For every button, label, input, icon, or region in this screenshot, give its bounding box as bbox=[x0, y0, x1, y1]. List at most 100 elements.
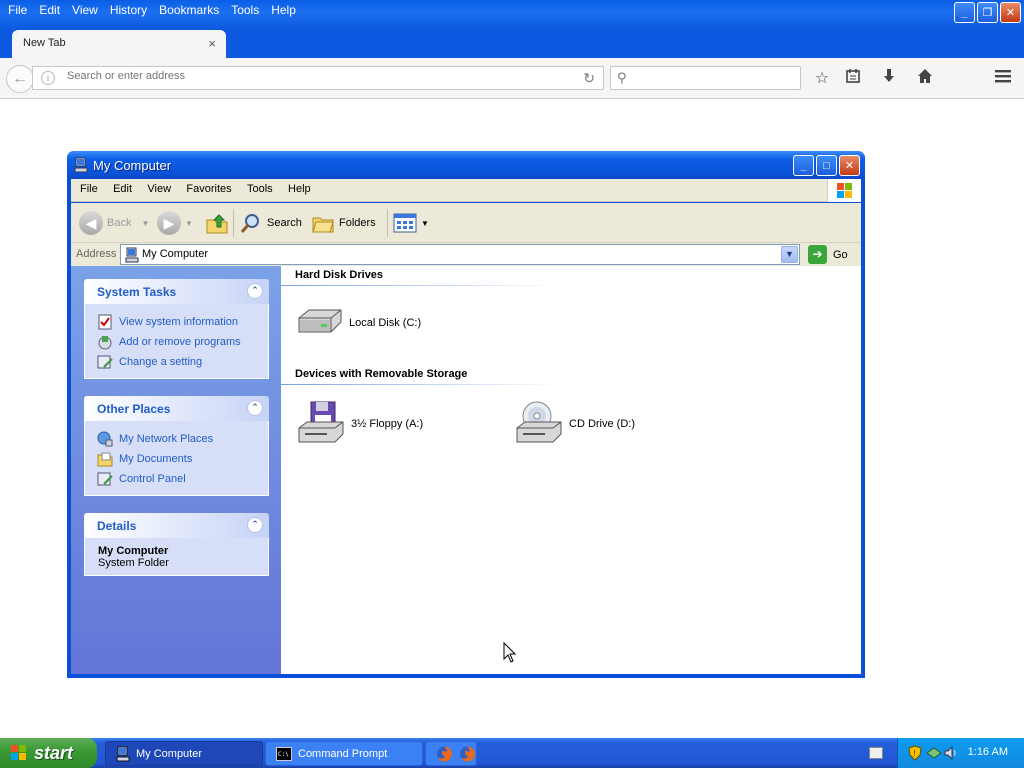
bookmark-star-icon[interactable]: ☆ bbox=[811, 68, 833, 88]
up-folder-icon bbox=[206, 214, 228, 234]
ff-menu-help[interactable]: Help bbox=[265, 2, 302, 18]
firefox-icon bbox=[436, 745, 453, 762]
home-icon[interactable] bbox=[914, 68, 936, 88]
volume-icon[interactable] bbox=[944, 746, 958, 760]
ff-menu-bookmarks[interactable]: Bookmarks bbox=[153, 2, 225, 18]
hamburger-menu-icon[interactable] bbox=[992, 68, 1014, 88]
go-button[interactable]: ➔ Go bbox=[808, 245, 848, 264]
search-bar[interactable]: ⚲ bbox=[610, 66, 801, 90]
ff-menu-view[interactable]: View bbox=[66, 2, 104, 18]
close-button[interactable]: ✕ bbox=[839, 155, 860, 176]
menu-favorites[interactable]: Favorites bbox=[180, 179, 237, 199]
firefox-menubar: File Edit View History Bookmarks Tools H… bbox=[2, 2, 302, 18]
tab-new-tab[interactable]: New Tab × bbox=[12, 30, 226, 58]
menu-file[interactable]: File bbox=[74, 179, 104, 199]
ff-menu-tools[interactable]: Tools bbox=[225, 2, 265, 18]
mouse-cursor-icon bbox=[503, 642, 517, 663]
drive-local-disk-c[interactable]: Local Disk (C:) bbox=[295, 304, 421, 342]
firefox-navbar: ← i ↻ ⚲ ☆ bbox=[0, 58, 1024, 99]
ff-menu-file[interactable]: File bbox=[2, 2, 33, 18]
keyboard-icon[interactable] bbox=[869, 747, 883, 759]
details-type: System Folder bbox=[98, 557, 169, 569]
collapse-icon[interactable]: ⌃ bbox=[247, 400, 263, 416]
clock[interactable]: 1:16 AM bbox=[968, 746, 1008, 758]
hard-disk-icon bbox=[298, 309, 342, 333]
place-my-documents[interactable]: My Documents bbox=[97, 449, 268, 469]
menu-edit[interactable]: Edit bbox=[107, 179, 138, 199]
place-my-network-places[interactable]: My Network Places bbox=[97, 429, 268, 449]
window-titlebar[interactable]: My Computer _ □ ✕ bbox=[67, 151, 865, 179]
forward-arrow-icon: ▶ bbox=[157, 211, 181, 235]
back-arrow-icon[interactable]: ← bbox=[6, 65, 34, 93]
url-input[interactable] bbox=[67, 70, 547, 82]
task-add-remove-programs[interactable]: Add or remove programs bbox=[97, 332, 268, 352]
window-title: My Computer bbox=[93, 158, 172, 173]
start-label: start bbox=[34, 742, 74, 763]
control-panel-icon bbox=[97, 355, 113, 369]
chevron-down-icon[interactable]: ▼ bbox=[185, 219, 193, 228]
my-computer-icon bbox=[74, 157, 88, 173]
up-folder-button[interactable] bbox=[205, 209, 229, 237]
back-button[interactable]: ◀ Back ▼ bbox=[79, 209, 149, 237]
maximize-button[interactable]: □ bbox=[816, 155, 837, 176]
group-divider bbox=[281, 384, 561, 385]
task-label: My Computer bbox=[136, 747, 203, 760]
tab-title: New Tab bbox=[23, 37, 66, 49]
minimize-button[interactable]: _ bbox=[954, 2, 975, 23]
menu-view[interactable]: View bbox=[141, 179, 177, 199]
address-field[interactable]: My Computer ▼ bbox=[120, 244, 800, 265]
task-change-setting[interactable]: Change a setting bbox=[97, 352, 268, 372]
info-icon[interactable]: i bbox=[41, 71, 55, 85]
collapse-icon[interactable]: ⌃ bbox=[247, 517, 263, 533]
task-view-system-information[interactable]: View system information bbox=[97, 312, 268, 332]
views-button[interactable]: ▼ bbox=[393, 209, 429, 237]
system-tasks-header[interactable]: System Tasks ⌃ bbox=[84, 279, 269, 304]
network-icon[interactable] bbox=[926, 746, 942, 760]
group-divider bbox=[281, 285, 561, 286]
forward-button[interactable]: ▶ ▼ bbox=[157, 209, 193, 237]
folders-button[interactable]: Folders bbox=[311, 209, 376, 237]
taskbar-item-my-computer[interactable]: My Computer bbox=[105, 741, 263, 766]
download-icon[interactable] bbox=[878, 68, 900, 88]
menu-tools[interactable]: Tools bbox=[241, 179, 279, 199]
security-shield-icon[interactable]: ! bbox=[908, 745, 922, 761]
tab-close-icon[interactable]: × bbox=[208, 36, 216, 51]
explorer-menubar: File Edit View Favorites Tools Help bbox=[71, 179, 861, 202]
ff-menu-history[interactable]: History bbox=[104, 2, 153, 18]
back-label: Back bbox=[107, 217, 132, 229]
restore-button[interactable]: ❐ bbox=[977, 2, 998, 23]
task-label: View system information bbox=[119, 316, 239, 328]
chevron-down-icon[interactable]: ▼ bbox=[141, 219, 149, 228]
taskbar-firefox-group[interactable] bbox=[425, 741, 477, 766]
firefox-window-controls: _ ❐ ✕ bbox=[954, 2, 1021, 23]
task-label: Change a setting bbox=[119, 356, 203, 368]
task-pane: System Tasks ⌃ View system information A… bbox=[71, 266, 281, 674]
place-label: My Network Places bbox=[119, 433, 214, 445]
start-button[interactable]: start bbox=[0, 738, 97, 768]
toolbar-separator bbox=[387, 209, 388, 237]
other-places-header[interactable]: Other Places ⌃ bbox=[84, 396, 269, 421]
network-places-icon bbox=[97, 431, 113, 447]
search-button[interactable]: Search bbox=[239, 209, 302, 237]
my-computer-icon bbox=[125, 247, 139, 263]
menu-help[interactable]: Help bbox=[282, 179, 317, 199]
search-input[interactable] bbox=[637, 70, 797, 85]
group-header-removable: Devices with Removable Storage bbox=[295, 368, 468, 380]
collapse-icon[interactable]: ⌃ bbox=[247, 283, 263, 299]
url-bar[interactable]: i ↻ bbox=[32, 66, 604, 90]
details-header[interactable]: Details ⌃ bbox=[84, 513, 269, 538]
ff-menu-edit[interactable]: Edit bbox=[33, 2, 66, 18]
drive-floppy-a[interactable]: 3½ Floppy (A:) bbox=[295, 400, 423, 448]
search-icon: ⚲ bbox=[617, 70, 627, 85]
reading-list-icon[interactable] bbox=[842, 68, 864, 88]
taskbar-item-command-prompt[interactable]: C:\ Command Prompt bbox=[265, 741, 423, 766]
close-button[interactable]: ✕ bbox=[1000, 2, 1021, 23]
details-panel: Details ⌃ My Computer System Folder bbox=[84, 513, 269, 576]
place-control-panel[interactable]: Control Panel bbox=[97, 469, 268, 489]
address-dropdown-icon[interactable]: ▼ bbox=[781, 246, 798, 263]
reload-icon[interactable]: ↻ bbox=[583, 70, 595, 87]
command-prompt-icon: C:\ bbox=[276, 746, 292, 761]
drive-cd-d[interactable]: CD Drive (D:) bbox=[513, 400, 635, 448]
place-label: Control Panel bbox=[119, 473, 186, 485]
minimize-button[interactable]: _ bbox=[793, 155, 814, 176]
